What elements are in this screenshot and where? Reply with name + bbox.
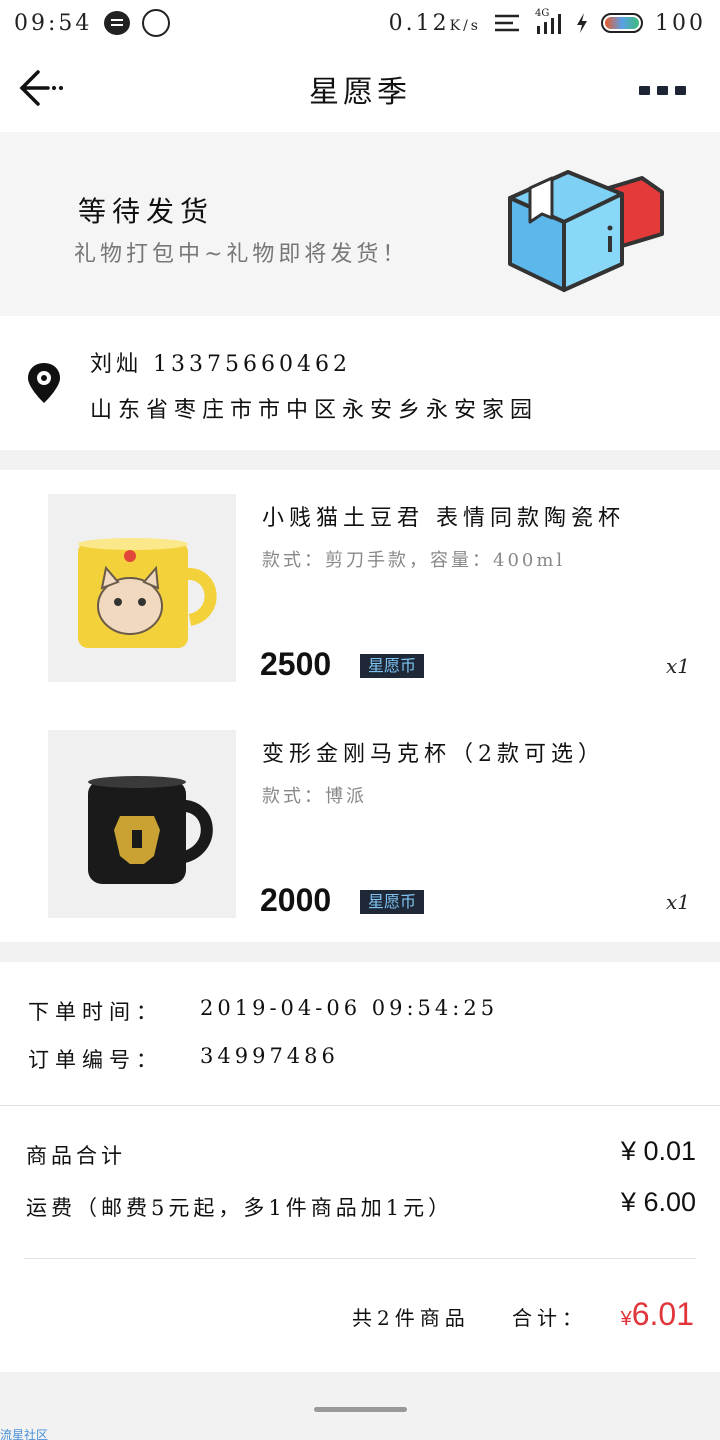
divider	[0, 1105, 720, 1106]
battery-icon	[601, 13, 643, 33]
product-price: 2000	[260, 882, 332, 918]
network-type: 4G	[535, 8, 550, 19]
signal-icon: 4G	[535, 8, 563, 34]
product-title: 小贱猫土豆君 表情同款陶瓷杯	[262, 506, 625, 531]
recipient-name-phone: 刘灿 13375660462	[90, 352, 351, 377]
currency-badge: 星愿币	[360, 654, 425, 678]
order-status-subtitle: 礼物打包中~礼物即将发货！	[74, 242, 409, 267]
grand-total-value: ¥6.01	[621, 1296, 694, 1333]
divider	[24, 1258, 696, 1259]
data-transfer-icon	[493, 12, 523, 34]
product-price: 2500	[260, 646, 332, 682]
product-spec: 款式：剪刀手款，容量：400ml	[262, 550, 566, 571]
item-count: 共2件商品	[352, 1306, 470, 1330]
mug-image	[88, 776, 213, 884]
back-arrow-icon[interactable]	[18, 68, 66, 108]
net-speed-unit: K/s	[449, 17, 481, 34]
product-spec: 款式：博派	[262, 786, 367, 807]
grand-total-label: 合计：	[512, 1306, 587, 1330]
page-title: 星愿季	[309, 75, 411, 110]
shipping-address-card[interactable]	[0, 316, 720, 450]
watermark-text: 流星社区	[0, 1428, 49, 1440]
order-time-value: 2019-04-06 09:54:25	[200, 996, 499, 1020]
charging-icon	[575, 12, 589, 34]
product-image	[48, 730, 236, 918]
nav-bar: 星愿季	[0, 46, 720, 132]
goods-total-value: ¥ 0.01	[620, 1136, 696, 1166]
message-icon	[104, 11, 131, 35]
shipping-fee-value: ¥ 6.00	[620, 1187, 696, 1217]
order-number-label: 订单编号：	[28, 1048, 163, 1072]
order-number-value: 34997486	[200, 1044, 339, 1068]
location-pin-icon	[28, 363, 60, 403]
wechat-icon	[142, 9, 171, 37]
order-status-title: 等待发货	[78, 195, 215, 228]
product-title: 变形金刚马克杯（2款可选）	[262, 742, 605, 767]
more-menu-icon[interactable]	[639, 86, 686, 95]
battery-level: 100	[655, 10, 706, 36]
shipping-fee-label: 运费（邮费5元起，多1件商品加1元）	[26, 1196, 454, 1220]
recipient-address: 山东省枣庄市市中区永安乡永安家园	[90, 398, 539, 423]
status-time: 09:54	[14, 10, 93, 36]
currency-symbol: ¥	[620, 1308, 632, 1330]
mug-image	[78, 538, 217, 648]
goods-total-label: 商品合计	[26, 1144, 126, 1168]
home-indicator[interactable]	[314, 1407, 407, 1412]
product-image	[48, 494, 236, 682]
currency-badge: 星愿币	[360, 890, 425, 914]
net-speed-value: 0.12	[388, 10, 450, 36]
product-quantity: x1	[665, 890, 690, 914]
package-box-icon	[508, 170, 664, 292]
net-speed: 0.12K/s	[389, 11, 481, 36]
order-time-label: 下单时间：	[28, 1000, 163, 1024]
status-bar: 09:54 0.12K/s 4G 100	[0, 0, 720, 46]
product-quantity: x1	[665, 654, 690, 678]
grand-total-amount: 6.01	[631, 1296, 694, 1332]
